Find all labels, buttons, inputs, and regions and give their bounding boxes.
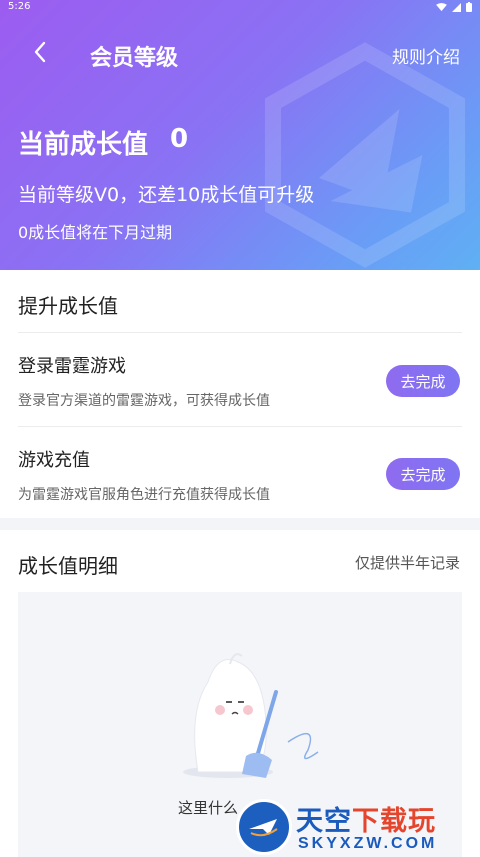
- improve-growth-section: 提升成长值 登录雷霆游戏 登录官方渠道的雷霆游戏，可获得成长值 去完成 游戏充值…: [0, 270, 480, 518]
- empty-state-text: 这里什么: [178, 799, 239, 817]
- wifi-icon: [436, 2, 447, 11]
- go-complete-button[interactable]: 去完成: [386, 365, 460, 397]
- watermark-title-main: 天空: [296, 806, 352, 837]
- record-range-note: 仅提供半年记录: [354, 554, 460, 572]
- chevron-left-icon: [34, 41, 46, 63]
- section-title: 成长值明细: [18, 554, 118, 578]
- airplane-logo-icon: [236, 799, 292, 855]
- level-progress-text: 当前等级V0，还差10成长值可升级: [18, 184, 315, 206]
- battery-icon: [466, 2, 472, 12]
- rules-link[interactable]: 规则介绍: [392, 43, 460, 68]
- section-title: 提升成长值: [18, 294, 118, 318]
- watermark-title: 天空下载玩: [296, 799, 436, 838]
- sweeping-mascot-illustration: [183, 653, 319, 778]
- growth-value: 0: [170, 124, 189, 154]
- status-time: 5:26: [8, 1, 31, 12]
- current-growth: 当前成长值 0: [18, 124, 188, 161]
- task-title: 登录雷霆游戏: [18, 356, 126, 377]
- header-banner: 5:26 会员等级 规则介绍 当前成长值 0 当前等级V0，还差10成长值可升级…: [0, 0, 480, 270]
- watermark-title-accent: 下载玩: [352, 806, 436, 837]
- divider: [18, 332, 462, 333]
- task-description: 登录官方渠道的雷霆游戏，可获得成长值: [18, 393, 270, 409]
- page-title: 会员等级: [90, 46, 179, 71]
- back-button[interactable]: [26, 38, 54, 66]
- expire-text: 0成长值将在下月过期: [18, 223, 173, 242]
- signal-icon: [452, 2, 461, 12]
- growth-label: 当前成长值: [18, 130, 149, 160]
- divider: [18, 426, 462, 427]
- level-badge-decoration: [264, 42, 466, 268]
- status-bar: 5:26: [0, 0, 480, 16]
- watermark-url: SKYXZW.COM: [298, 835, 438, 852]
- site-watermark: 天空下载玩 SKYXZW.COM: [232, 797, 480, 857]
- status-icons: [436, 2, 472, 12]
- task-title: 游戏充值: [18, 450, 90, 471]
- go-complete-button[interactable]: 去完成: [386, 458, 460, 490]
- task-description: 为雷霆游戏官服角色进行充值获得成长值: [18, 487, 270, 503]
